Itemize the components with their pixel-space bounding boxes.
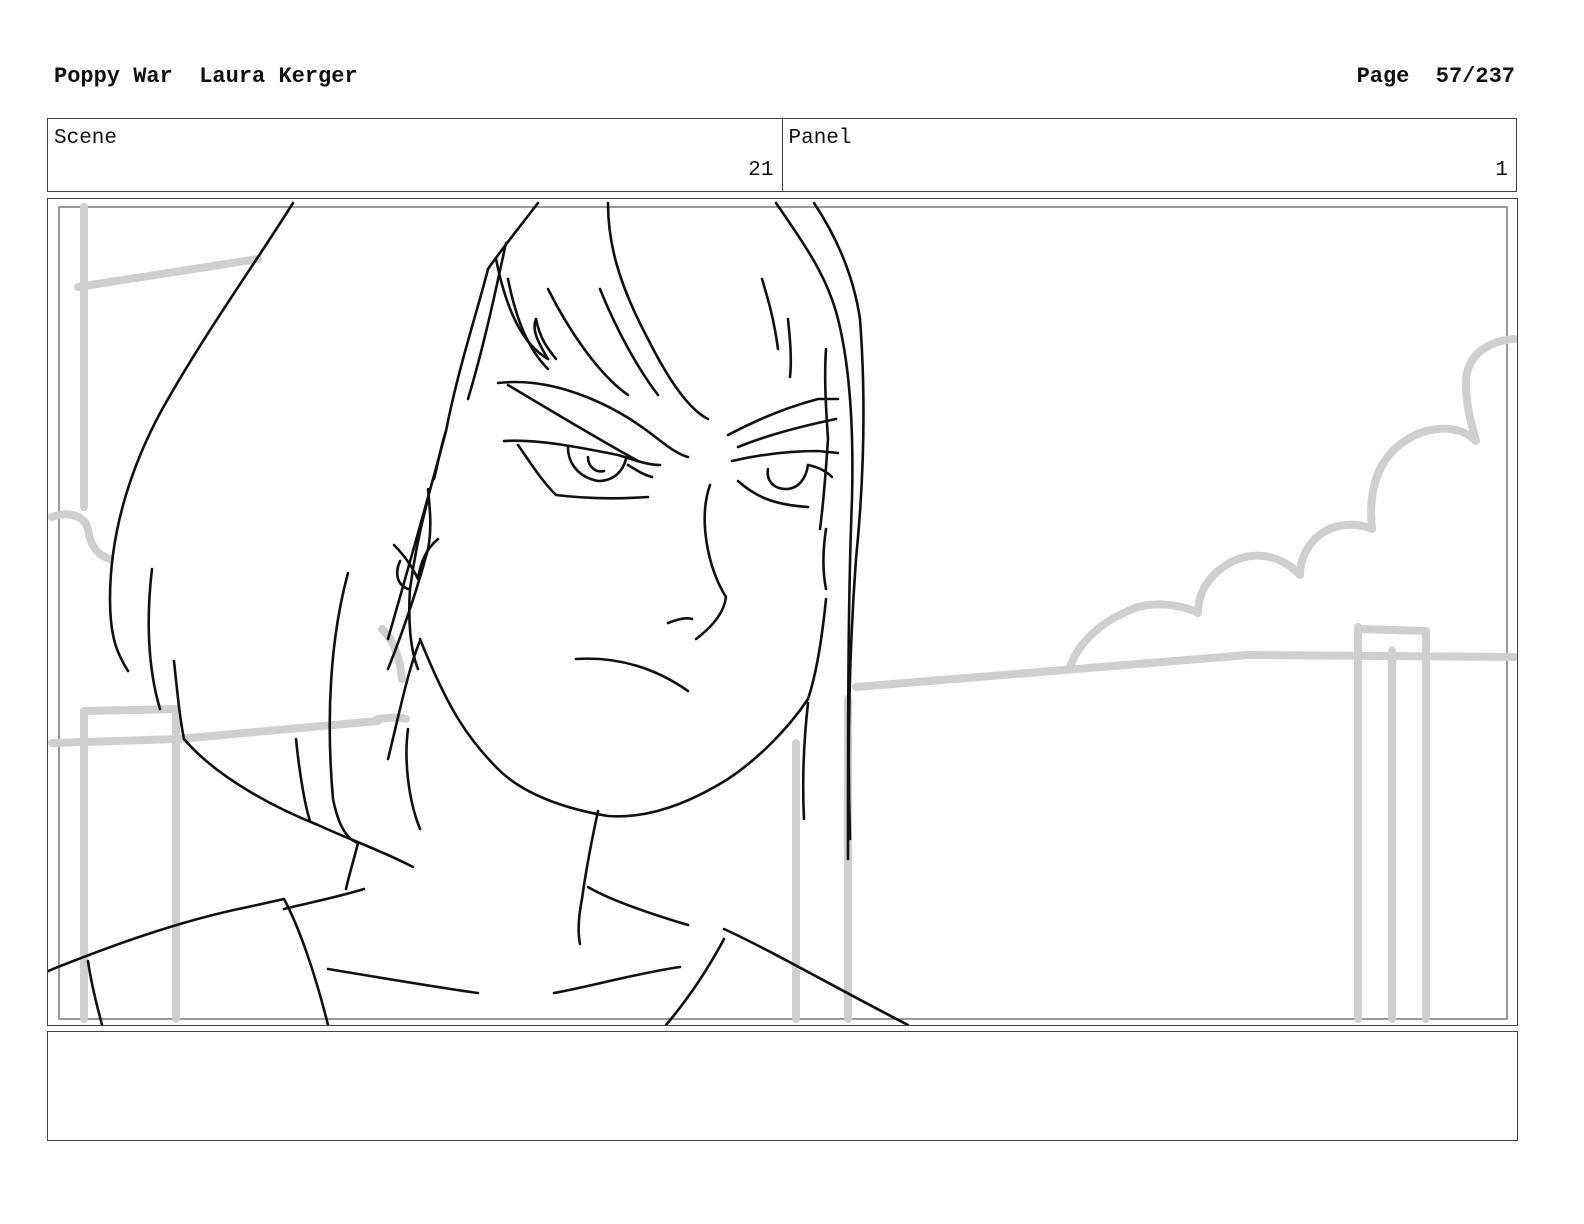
scene-cell: Scene 21 xyxy=(48,119,782,191)
page-indicator: Page 57/237 xyxy=(1357,64,1515,89)
mouth xyxy=(574,657,690,693)
panel-label: Panel xyxy=(788,127,852,150)
page-label: Page xyxy=(1356,64,1410,89)
scene-label: Scene xyxy=(54,127,118,150)
collar xyxy=(48,897,330,1025)
page-number: 57/237 xyxy=(1435,64,1515,89)
safe-area-border xyxy=(58,206,1508,1020)
panel-number: 1 xyxy=(1495,159,1508,182)
page-header: Poppy War Laura Kerger Page 57/237 xyxy=(54,64,1515,96)
left-eyebrow xyxy=(496,380,690,459)
left-eye xyxy=(502,439,662,467)
panel-cell: Panel 1 xyxy=(781,119,1517,191)
project-title: Poppy War xyxy=(54,64,173,89)
scene-number: 21 xyxy=(748,159,774,182)
right-eyebrow xyxy=(726,397,840,437)
storyboard-frame xyxy=(47,198,1518,1026)
title-block: Poppy War Laura Kerger xyxy=(54,64,358,89)
storyboard-sketch xyxy=(48,201,1517,1025)
nose xyxy=(694,483,728,641)
hair-outline-left xyxy=(108,201,295,673)
neck xyxy=(577,809,600,946)
right-eye xyxy=(730,449,840,463)
artist-name: Laura Kerger xyxy=(199,64,358,89)
notes-box xyxy=(47,1031,1518,1141)
background-sketch xyxy=(48,203,1517,1023)
scene-panel-info: Scene 21 Panel 1 xyxy=(47,118,1517,192)
